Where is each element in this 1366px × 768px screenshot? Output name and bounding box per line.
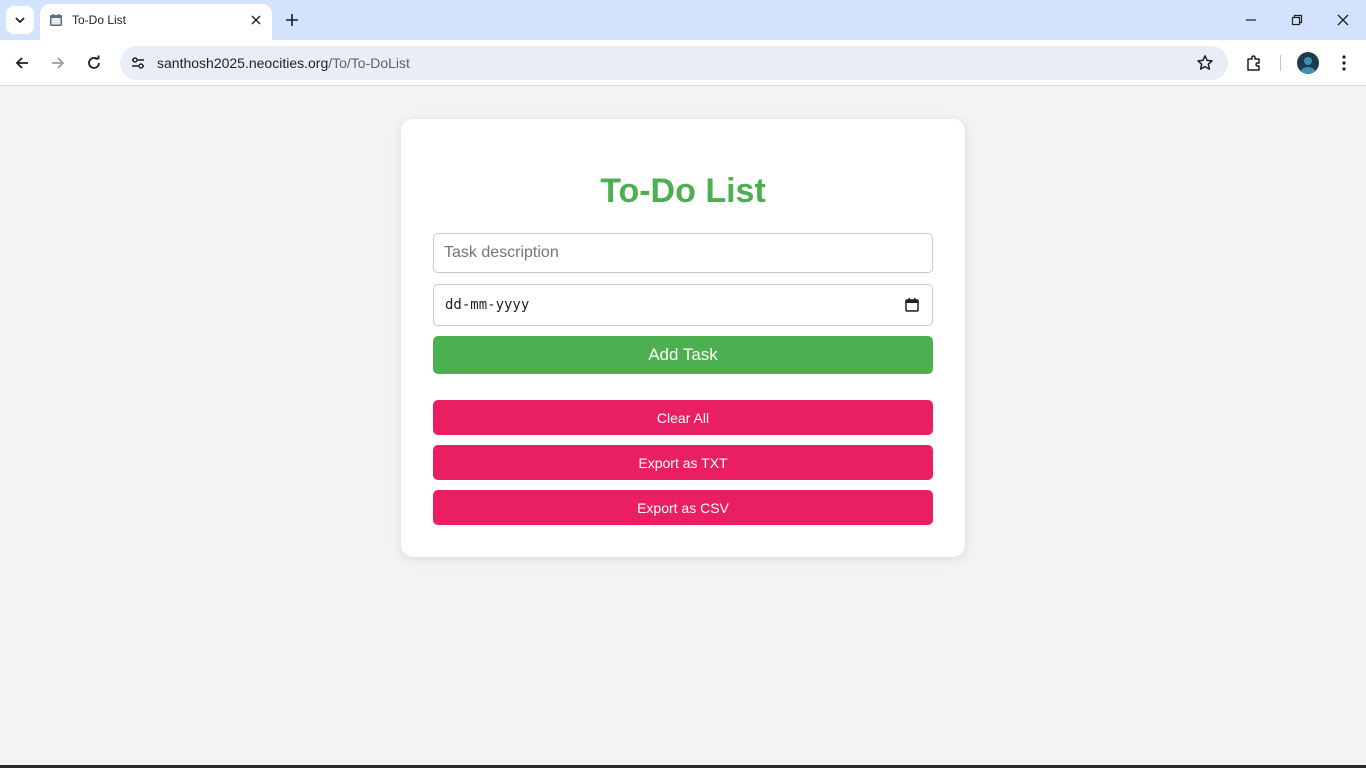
forward-button[interactable] [44,49,72,77]
close-window-button[interactable] [1320,0,1366,40]
page-title: To-Do List [600,172,766,210]
chevron-down-icon [15,17,25,24]
star-icon[interactable] [1196,54,1214,72]
browser-tab[interactable]: To-Do List [40,4,272,40]
arrow-right-icon [52,57,65,69]
task-description-input[interactable] [433,233,933,273]
reload-icon [88,55,100,69]
avatar[interactable] [1297,52,1319,74]
address-bar[interactable]: santhosh2025.neocities.org/To/To-DoList [120,46,1228,80]
restore-button[interactable] [1274,0,1320,40]
minimize-button[interactable] [1228,0,1274,40]
close-icon [1337,14,1349,26]
new-tab-button[interactable] [282,10,302,30]
tune-icon [132,57,144,69]
url-text: santhosh2025.neocities.org/To/To-DoList [157,55,410,71]
browser-menu-button[interactable] [1332,51,1356,75]
site-info-button[interactable] [128,53,148,73]
export-txt-button[interactable]: Export as TXT [433,445,933,480]
puzzle-icon [1247,55,1260,71]
url-domain: santhosh2025.neocities.org [157,55,329,71]
plus-icon [286,14,298,26]
profile-icon [1300,57,1316,74]
minimize-icon [1246,19,1256,21]
reload-button[interactable] [80,49,108,77]
tab-close-button[interactable] [248,12,264,28]
tab-title: To-Do List [72,13,127,27]
calendar-icon[interactable] [904,297,920,313]
clear-all-button[interactable]: Clear All [433,400,933,435]
arrow-left-icon [15,57,28,69]
toolbar-divider [1280,55,1281,71]
add-task-button[interactable]: Add Task [433,336,933,374]
export-csv-button[interactable]: Export as CSV [433,490,933,525]
date-placeholder: dd-mm-yyyy [445,297,530,313]
back-button[interactable] [8,49,36,77]
url-path: /To/To-DoList [328,55,410,71]
calendar-favicon-icon [50,14,62,26]
due-date-input[interactable]: dd-mm-yyyy [433,284,933,326]
restore-icon [1291,14,1303,26]
browser-toolbar: santhosh2025.neocities.org/To/To-DoList [0,40,1366,86]
extensions-button[interactable] [1242,51,1266,75]
tab-strip: To-Do List [0,0,1366,40]
tab-search-button[interactable] [6,6,34,34]
kebab-menu-icon [1342,55,1346,71]
close-icon [251,15,261,25]
